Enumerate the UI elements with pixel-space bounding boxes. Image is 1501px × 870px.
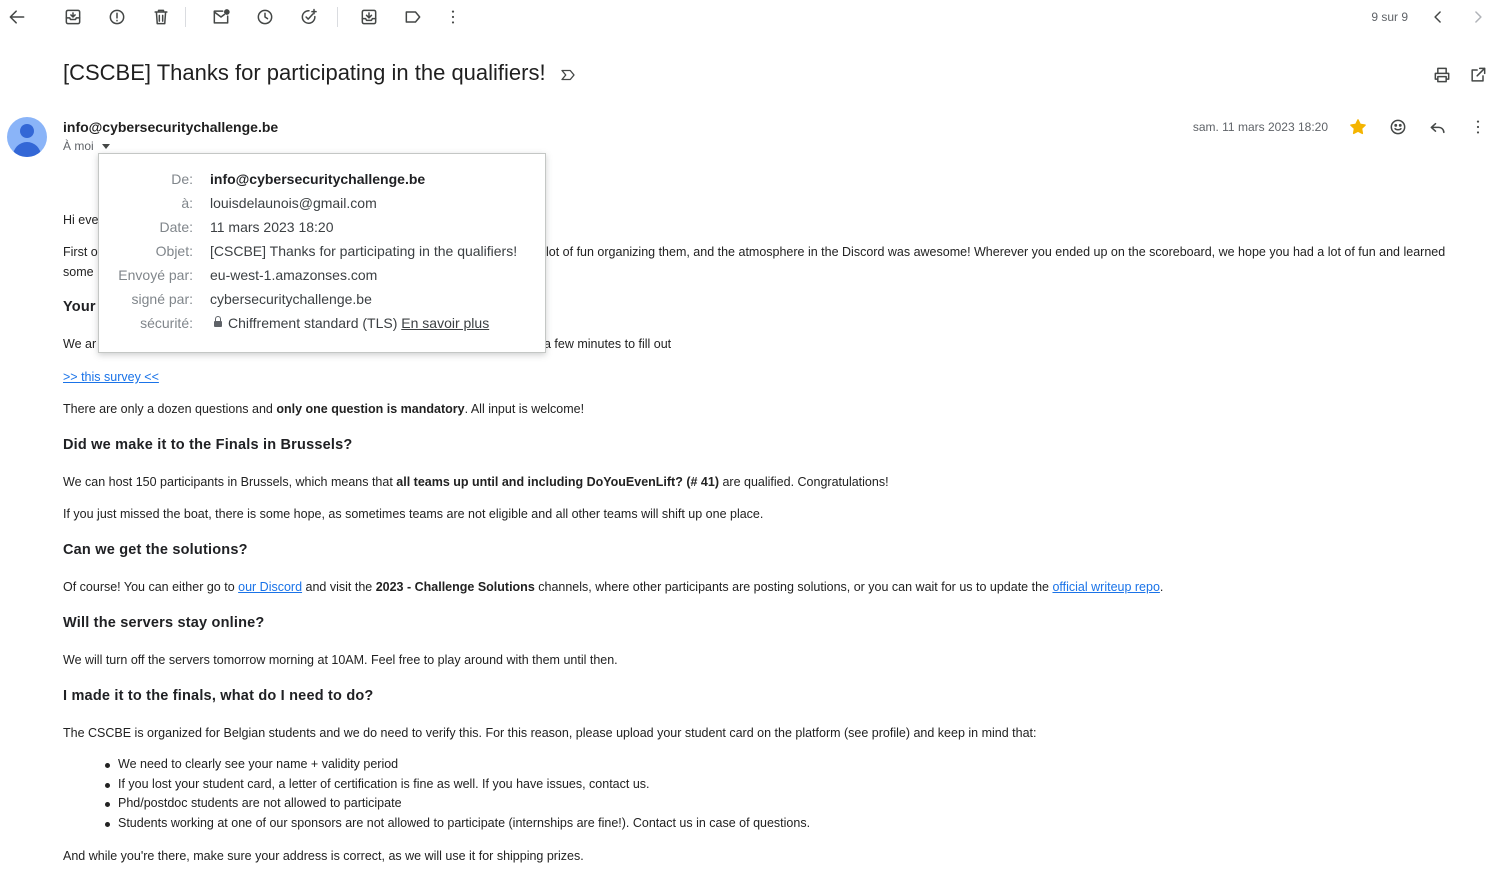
important-marker-icon[interactable] [556, 63, 580, 87]
delete-icon[interactable] [149, 5, 173, 29]
recipient-toggle[interactable]: À moi [63, 139, 110, 153]
sender-details-popup: De: info@cybersecuritychallenge.be à: lo… [98, 153, 546, 353]
intro-line-start: First o [63, 245, 98, 259]
intro-line-2: some [63, 265, 94, 279]
intro-line-end: lot of fun organizing them, and the atmo… [546, 245, 1446, 259]
list-item: Students working at one of our sponsors … [104, 814, 810, 834]
star-icon[interactable] [1346, 115, 1370, 139]
more-options-icon[interactable] [1466, 115, 1490, 139]
address-paragraph: And while you're there, make sure your a… [63, 849, 584, 863]
mark-unread-icon[interactable] [209, 5, 233, 29]
emoji-reaction-icon[interactable] [1386, 115, 1410, 139]
list-item: If you lost your student card, a letter … [104, 775, 810, 795]
email-subject: [CSCBE] Thanks for participating in the … [63, 60, 546, 85]
dropdown-caret-icon[interactable] [101, 143, 110, 149]
detail-row-date: Date: 11 mars 2023 18:20 [159, 219, 334, 235]
recipient-label: À moi [63, 139, 94, 153]
report-spam-icon[interactable] [105, 5, 129, 29]
email-date: sam. 11 mars 2023 18:20 [1192, 120, 1328, 134]
add-task-icon[interactable] [297, 5, 321, 29]
learn-more-link[interactable]: En savoir plus [401, 315, 489, 331]
heading-servers: Will the servers stay online? [63, 615, 265, 631]
detail-row-signed-by: signé par: cybersecuritychallenge.be [131, 291, 372, 307]
requirements-list: We need to clearly see your name + valid… [104, 755, 810, 834]
detail-row-subject: Objet: [CSCBE] Thanks for participating … [155, 243, 518, 259]
greeting: Hi eve [63, 213, 99, 227]
toolbar-divider [337, 7, 338, 27]
detail-row-to: à: louisdelaunois@gmail.com [181, 195, 377, 211]
survey-line-end: a few minutes to fill out [544, 337, 672, 351]
sender-email: info@cybersecuritychallenge.be [63, 119, 279, 135]
heading-solutions: Can we get the solutions? [63, 542, 248, 558]
survey-line-start: We ar [63, 337, 97, 351]
todo-paragraph: The CSCBE is organized for Belgian stude… [63, 726, 1037, 740]
label-icon[interactable] [401, 5, 425, 29]
dozen-paragraph: There are only a dozen questions and onl… [63, 402, 585, 416]
print-icon[interactable] [1430, 63, 1454, 87]
archive-icon[interactable] [61, 5, 85, 29]
detail-row-from: De: info@cybersecuritychallenge.be [171, 171, 426, 187]
back-arrow-icon[interactable] [5, 5, 29, 29]
list-item: We need to clearly see your name + valid… [104, 755, 810, 775]
writeup-repo-link[interactable]: official writeup repo [1052, 580, 1159, 594]
sender-avatar [7, 117, 47, 157]
detail-row-security: sécurité: Chiffrement standard (TLS) En … [140, 315, 490, 331]
detail-row-mailed-by: Envoyé par: eu-west-1.amazonses.com [118, 267, 378, 283]
move-to-icon[interactable] [357, 5, 381, 29]
solutions-paragraph: Of course! You can either go to our Disc… [63, 580, 1164, 594]
heading-todo: I made it to the finals, what do I need … [63, 688, 374, 704]
missed-paragraph: If you just missed the boat, there is so… [63, 507, 764, 521]
host-paragraph: We can host 150 participants in Brussels… [63, 475, 889, 489]
reply-icon[interactable] [1426, 115, 1450, 139]
survey-link[interactable]: >> this survey << [63, 370, 159, 384]
chevron-left-icon[interactable] [1426, 5, 1450, 29]
open-in-new-window-icon[interactable] [1466, 63, 1490, 87]
lock-icon [214, 316, 222, 327]
toolbar-divider [185, 7, 186, 27]
list-item: Phd/postdoc students are not allowed to … [104, 794, 810, 814]
more-vert-icon[interactable] [441, 5, 465, 29]
heading-finals: Did we make it to the Finals in Brussels… [63, 437, 353, 453]
servers-paragraph: We will turn off the servers tomorrow mo… [63, 653, 618, 667]
heading-feedback: Your [63, 299, 96, 315]
pager-count: 9 sur 9 [1371, 10, 1408, 24]
discord-link[interactable]: our Discord [238, 580, 302, 594]
chevron-right-icon[interactable] [1466, 5, 1490, 29]
snooze-icon[interactable] [253, 5, 277, 29]
